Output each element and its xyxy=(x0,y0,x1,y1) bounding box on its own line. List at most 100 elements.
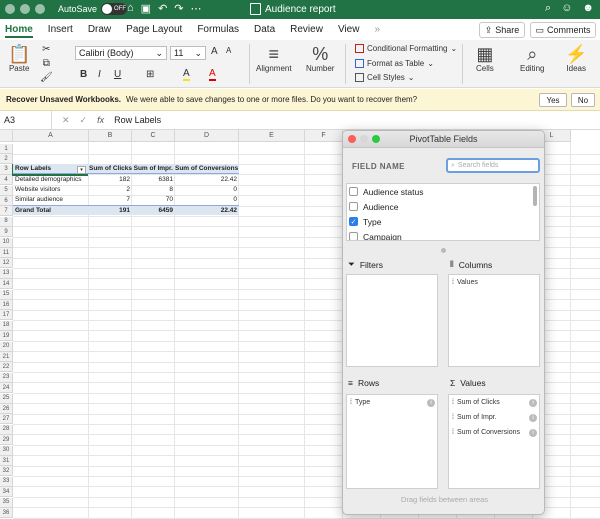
values-item[interactable]: ⁞ Sum of Impr. i xyxy=(449,410,539,425)
tab-view[interactable]: View xyxy=(338,19,368,40)
field-checkbox[interactable] xyxy=(349,202,358,211)
row-header[interactable]: 13 xyxy=(0,268,13,279)
cell-styles-button[interactable]: Cell Styles ⌄ xyxy=(355,73,415,82)
bold-button[interactable]: B xyxy=(80,69,87,80)
row-labels-filter-button[interactable]: ▾ xyxy=(77,166,86,174)
values-drop-area[interactable]: ⁞ Sum of Clicks i ⁞ Sum of Impr. i ⁞ Sum… xyxy=(448,394,540,489)
row-header[interactable]: 35 xyxy=(0,497,13,508)
column-header[interactable]: A xyxy=(13,130,89,142)
row-header[interactable]: 17 xyxy=(0,310,13,321)
columns-drop-area[interactable]: ⁞ Values xyxy=(448,274,540,367)
highlight-button[interactable]: A xyxy=(183,69,190,81)
table-cell[interactable]: 7 xyxy=(89,195,132,205)
rows-item[interactable]: ⁞ Type i xyxy=(347,395,437,410)
minimize-panel-button[interactable] xyxy=(360,135,368,143)
column-header[interactable]: E xyxy=(239,130,305,142)
panel-title-bar[interactable]: PivotTable Fields xyxy=(343,131,544,148)
cells-button[interactable]: ▦ Cells xyxy=(476,44,494,73)
grow-font-button[interactable]: A xyxy=(211,46,218,57)
row-header[interactable]: 31 xyxy=(0,456,13,466)
copy-icon[interactable]: ⧉ xyxy=(43,58,50,69)
info-icon[interactable]: i xyxy=(529,398,537,407)
info-icon[interactable]: i xyxy=(529,413,537,422)
select-all-corner[interactable] xyxy=(0,130,13,142)
table-cell[interactable]: Detailed demographics xyxy=(13,175,89,185)
tab-page-layout[interactable]: Page Layout xyxy=(126,19,190,40)
font-name-select[interactable]: Calibri (Body) ⌄ xyxy=(75,46,167,60)
row-header[interactable]: 32 xyxy=(0,466,13,477)
column-header[interactable]: C xyxy=(132,130,175,142)
values-item[interactable]: ⁞ Sum of Clicks i xyxy=(449,395,539,410)
splitter-handle[interactable] xyxy=(441,248,446,253)
search-fields-input[interactable]: ⌕ Search fields xyxy=(446,158,540,173)
home-icon[interactable]: ⌂ xyxy=(127,2,134,15)
alignment-button[interactable]: ≡ Alignment xyxy=(256,44,292,73)
row-header[interactable]: 23 xyxy=(0,372,13,383)
redo-icon[interactable]: ↷ xyxy=(174,2,183,15)
format-painter-icon[interactable]: 🖌 xyxy=(40,72,53,83)
tab-formulas[interactable]: Formulas xyxy=(197,19,247,40)
field-item[interactable]: Audience status xyxy=(347,184,539,199)
user-icon[interactable]: ☻ xyxy=(582,2,594,15)
row-header[interactable]: 8 xyxy=(0,216,13,227)
field-list[interactable]: Audience status Audience ✓ Type Campaign xyxy=(346,183,540,241)
row-header[interactable]: 10 xyxy=(0,237,13,248)
tab-home[interactable]: Home xyxy=(5,19,41,40)
more-tabs-icon[interactable]: » xyxy=(374,24,380,35)
filters-drop-area[interactable] xyxy=(346,274,438,367)
field-item[interactable]: ✓ Type xyxy=(347,214,539,229)
conditional-formatting-button[interactable]: Conditional Formatting ⌄ xyxy=(355,44,457,53)
row-header[interactable]: 6 xyxy=(0,196,13,206)
recover-yes-button[interactable]: Yes xyxy=(539,93,567,107)
formula-input[interactable]: Row Labels xyxy=(114,115,161,125)
column-header[interactable]: F xyxy=(305,130,343,142)
close-window-button[interactable] xyxy=(5,4,15,14)
font-color-button[interactable]: A xyxy=(209,69,216,81)
enter-icon[interactable]: ✓ xyxy=(80,115,88,126)
zoom-window-button[interactable] xyxy=(35,4,45,14)
row-header[interactable]: 2 xyxy=(0,154,13,165)
row-header[interactable]: 24 xyxy=(0,383,13,394)
save-icon[interactable]: ▣ xyxy=(141,2,151,15)
zoom-panel-button[interactable] xyxy=(372,135,380,143)
borders-icon[interactable]: ⊞ xyxy=(146,69,154,80)
table-cell[interactable]: 6381 xyxy=(132,175,175,185)
table-cell[interactable]: 182 xyxy=(89,175,132,185)
pivot-header-impr[interactable]: Sum of Impr. xyxy=(132,164,175,174)
undo-icon[interactable]: ↶ xyxy=(158,2,167,15)
row-header[interactable]: 11 xyxy=(0,248,13,258)
cut-icon[interactable]: ✂ xyxy=(42,44,50,55)
row-header[interactable]: 5 xyxy=(0,185,13,196)
number-button[interactable]: % Number xyxy=(306,44,334,73)
row-header[interactable]: 25 xyxy=(0,393,13,404)
table-cell[interactable]: 2 xyxy=(89,185,132,195)
cancel-icon[interactable]: ✕ xyxy=(62,115,70,126)
autosave-toggle[interactable]: AutoSave OFF xyxy=(58,3,128,15)
column-header[interactable]: B xyxy=(89,130,132,142)
minimize-window-button[interactable] xyxy=(20,4,30,14)
field-item[interactable]: Audience xyxy=(347,199,539,214)
window-controls[interactable] xyxy=(5,4,45,14)
field-checkbox[interactable] xyxy=(349,232,358,240)
row-header[interactable]: 19 xyxy=(0,331,13,342)
autosave-switch[interactable]: OFF xyxy=(101,3,128,15)
row-header[interactable]: 29 xyxy=(0,435,13,446)
tab-data[interactable]: Data xyxy=(254,19,283,40)
italic-button[interactable]: I xyxy=(98,69,101,80)
row-header[interactable]: 21 xyxy=(0,352,13,362)
table-cell[interactable]: Website visitors xyxy=(13,185,89,195)
ideas-button[interactable]: ⚡ Ideas xyxy=(565,44,587,73)
tab-insert[interactable]: Insert xyxy=(48,19,81,40)
table-cell[interactable]: Similar audience xyxy=(13,195,89,205)
table-cell[interactable]: 0 xyxy=(175,185,239,195)
table-cell[interactable]: 8 xyxy=(132,185,175,195)
table-cell[interactable]: 70 xyxy=(132,195,175,205)
row-header[interactable]: 4 xyxy=(0,175,13,186)
comments-button[interactable]: ▭ Comments xyxy=(530,22,596,38)
row-header[interactable]: 14 xyxy=(0,279,13,290)
row-header[interactable]: 27 xyxy=(0,414,13,425)
paste-button[interactable]: 📋 Paste xyxy=(8,44,30,73)
underline-button[interactable]: U xyxy=(114,69,121,80)
tab-draw[interactable]: Draw xyxy=(88,19,119,40)
row-header[interactable]: 12 xyxy=(0,258,13,269)
